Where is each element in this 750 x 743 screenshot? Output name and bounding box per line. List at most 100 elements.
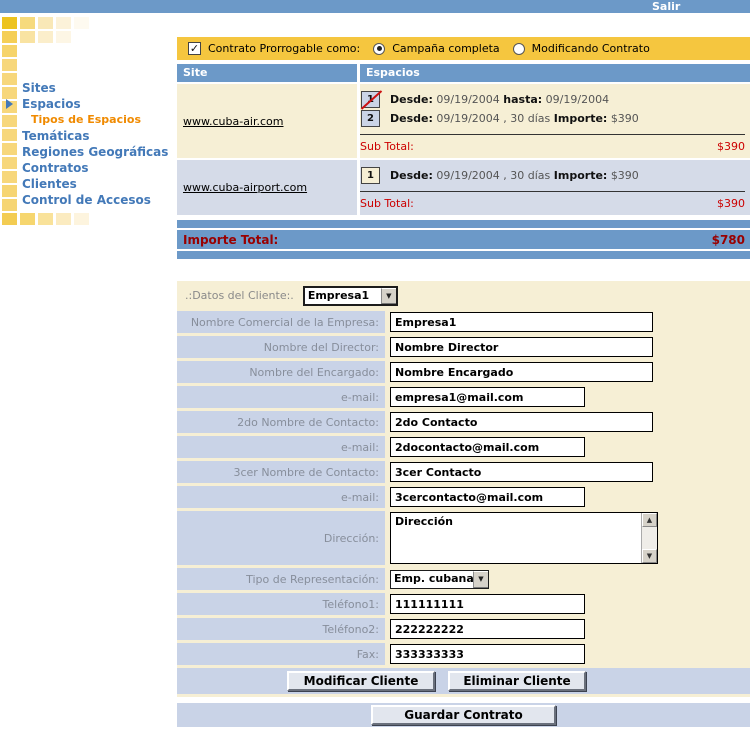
dropdown-arrow-icon[interactable]: ▼ [381, 288, 396, 304]
modificar-cliente-button[interactable]: Modificar Cliente [287, 671, 435, 691]
sidebar-item-control-de-accesos[interactable]: Control de Accesos [0, 192, 177, 208]
espacio-item-button-crossed[interactable]: 1 [361, 91, 380, 108]
dropdown-arrow-icon[interactable]: ▼ [473, 571, 488, 588]
sidebar-item-label: Espacios [22, 97, 81, 111]
campana-completa-radio[interactable] [373, 43, 385, 55]
sidebar-item-regiones-geograficas[interactable]: Regiones Geográficas [0, 144, 177, 160]
field-label: Tipo de Representación: [177, 568, 385, 590]
save-band: Guardar Contrato [177, 703, 750, 727]
importe-total-value: $780 [712, 233, 745, 247]
sidebar-item-tematicas[interactable]: Temáticas [0, 128, 177, 144]
scrollbar[interactable]: ▲ ▼ [641, 513, 657, 563]
espacios-cell: 1 Desde: 09/19/2004 hasta: 09/19/2004 2 … [360, 84, 750, 158]
site-column-header: Site [177, 64, 357, 82]
sidebar-item-espacios[interactable]: Espacios [0, 96, 177, 112]
espacio-item-detail: Desde: 09/19/2004 , 30 días Importe: $39… [390, 169, 639, 182]
field-label: Nombre del Encargado: [177, 361, 385, 383]
field-label: Nombre del Director: [177, 336, 385, 358]
mosaic-square [74, 213, 89, 225]
field-label: Teléfono2: [177, 618, 385, 640]
mosaic-square [74, 17, 89, 29]
prorrogable-checkbox[interactable]: ✓ [188, 42, 201, 55]
guardar-contrato-button[interactable]: Guardar Contrato [371, 705, 556, 725]
mosaic-square [2, 31, 17, 43]
main-content: ✓ Contrato Prorrogable como: Campaña com… [177, 37, 750, 727]
sidebar-item-clientes[interactable]: Clientes [0, 176, 177, 192]
mosaic-square [20, 17, 35, 29]
mosaic-square [2, 59, 17, 71]
logout-link[interactable]: Salir [652, 0, 680, 13]
table-row: www.cuba-airport.com 1 Desde: 09/19/2004… [177, 160, 750, 215]
campana-completa-label: Campaña completa [392, 42, 499, 55]
desde-label: Desde: [390, 112, 433, 125]
espacio-item-detail: Desde: 09/19/2004 , 30 días Importe: $39… [390, 112, 639, 125]
segundo-contacto-input[interactable] [390, 412, 653, 432]
importe-label: Importe: [554, 112, 608, 125]
importe-total-label: Importe Total: [183, 233, 278, 247]
sidebar-item-tipos-de-espacios[interactable]: Tipos de Espacios [0, 112, 177, 128]
espacio-item-button[interactable]: 1 [361, 167, 380, 184]
site-link[interactable]: www.cuba-air.com [183, 115, 284, 128]
importe-label: Importe: [554, 169, 608, 182]
form-row: e-mail: [177, 436, 750, 458]
email-input[interactable] [390, 387, 585, 407]
subtotal-divider [360, 134, 745, 135]
field-label: Dirección: [177, 511, 385, 565]
sidebar-item-contratos[interactable]: Contratos [0, 160, 177, 176]
sidebar-item-sites[interactable]: Sites [0, 80, 177, 96]
espacio-item-button[interactable]: 2 [361, 110, 380, 127]
fax-input[interactable] [390, 644, 585, 664]
importe-total-band: Importe Total: $780 [177, 220, 750, 259]
eliminar-cliente-button[interactable]: Eliminar Cliente [448, 671, 586, 691]
client-section-title: .:Datos del Cliente:. [185, 289, 294, 302]
field-label: 3cer Nombre de Contacto: [177, 461, 385, 483]
espacio-item-detail: Desde: 09/19/2004 hasta: 09/19/2004 [390, 93, 609, 106]
mosaic-square [20, 31, 35, 43]
site-link[interactable]: www.cuba-airport.com [183, 181, 307, 194]
form-row: e-mail: [177, 486, 750, 508]
desde-value: 09/19/2004 , 30 días [436, 169, 550, 182]
client-selector-row: .:Datos del Cliente:. Empresa1 ▼ [177, 283, 750, 308]
mosaic-square [56, 17, 71, 29]
direccion-textarea[interactable]: Dirección ▲ ▼ [390, 512, 658, 564]
modificando-contrato-radio[interactable] [513, 43, 525, 55]
client-select-value: Empresa1 [305, 288, 381, 304]
site-cell: www.cuba-airport.com [177, 160, 357, 215]
active-item-arrow-icon [6, 99, 13, 109]
telefono1-input[interactable] [390, 594, 585, 614]
field-label: e-mail: [177, 386, 385, 408]
tercer-email-input[interactable] [390, 487, 585, 507]
client-select[interactable]: Empresa1 ▼ [303, 286, 398, 306]
subtotal-value: $390 [717, 140, 745, 153]
desde-label: Desde: [390, 169, 433, 182]
segundo-email-input[interactable] [390, 437, 585, 457]
scroll-down-icon[interactable]: ▼ [642, 549, 657, 563]
nombre-encargado-input[interactable] [390, 362, 653, 382]
hasta-label: hasta: [503, 93, 542, 106]
hasta-value: 09/19/2004 [546, 93, 609, 106]
mosaic-square [2, 17, 17, 29]
sidebar-nav: Sites Espacios Tipos de Espacios Temátic… [0, 80, 177, 208]
subtotal-row: Sub Total: $390 [360, 197, 745, 210]
nombre-director-input[interactable] [390, 337, 653, 357]
nombre-comercial-input[interactable] [390, 312, 653, 332]
client-form: .:Datos del Cliente:. Empresa1 ▼ Nombre … [177, 281, 750, 697]
espacio-item: 2 Desde: 09/19/2004 , 30 días Importe: $… [360, 110, 745, 127]
mosaic-square [38, 213, 53, 225]
espacios-column-header: Espacios [360, 64, 750, 82]
direccion-text: Dirección [391, 513, 640, 563]
desde-value: 09/19/2004 , 30 días [436, 112, 550, 125]
telefono2-input[interactable] [390, 619, 585, 639]
top-bar: Salir [0, 0, 750, 13]
importe-value: $390 [611, 112, 639, 125]
mosaic-square [56, 213, 71, 225]
field-label: Teléfono1: [177, 593, 385, 615]
table-header: Site Espacios [177, 64, 750, 82]
importe-total-row: Importe Total: $780 [177, 230, 750, 249]
mosaic-square [38, 17, 53, 29]
field-label: Fax: [177, 643, 385, 665]
tipo-representacion-select[interactable]: Emp. cubana ▼ [390, 570, 489, 589]
scroll-up-icon[interactable]: ▲ [642, 513, 657, 527]
tercer-contacto-input[interactable] [390, 462, 653, 482]
espacio-item: 1 Desde: 09/19/2004 , 30 días Importe: $… [360, 167, 745, 184]
